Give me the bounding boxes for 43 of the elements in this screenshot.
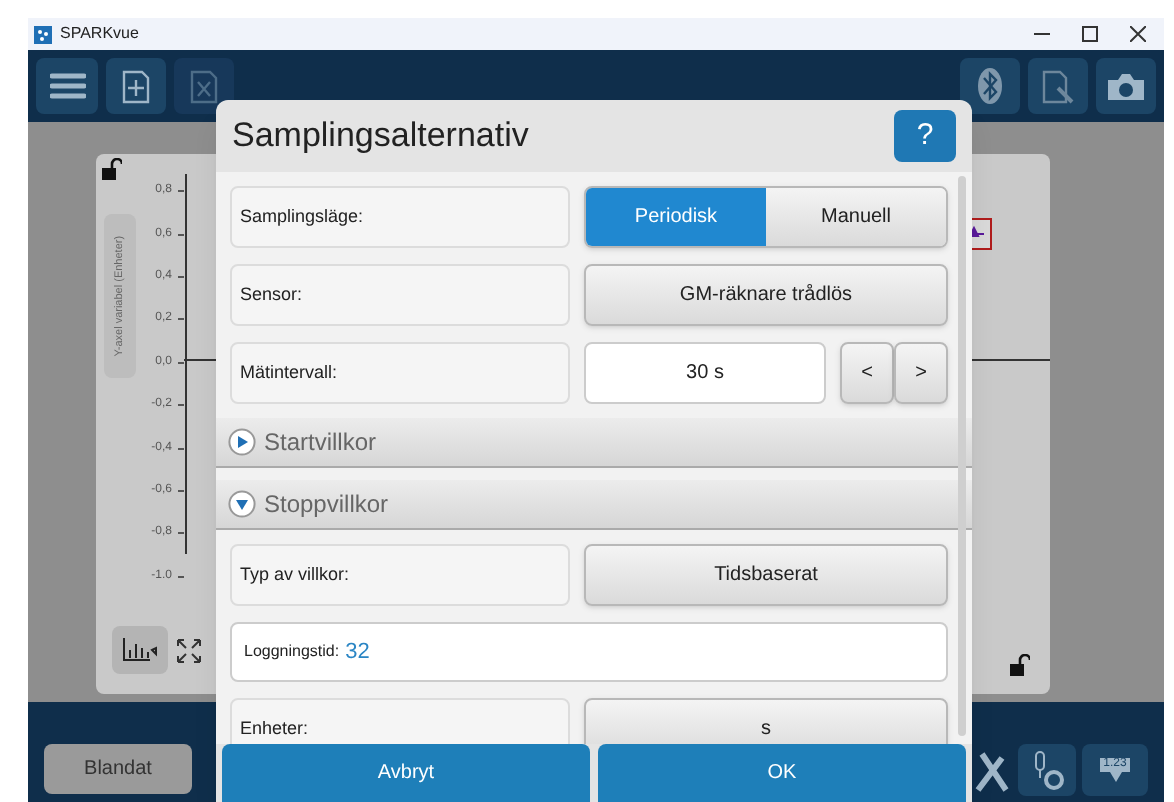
bluetooth-icon[interactable] — [960, 58, 1020, 114]
camera-icon[interactable] — [1096, 58, 1156, 114]
select-button[interactable]: s — [584, 698, 948, 744]
value-field: 30 s — [584, 342, 826, 404]
mode-button[interactable]: Blandat — [44, 744, 192, 794]
expand-icon — [228, 428, 256, 456]
input-field[interactable]: Loggningstid: 32 — [230, 622, 948, 682]
sensor-settings-icon[interactable] — [1018, 744, 1076, 796]
close-icon[interactable] — [1130, 26, 1146, 42]
maximize-icon[interactable] — [1082, 26, 1098, 42]
dialog-title: Samplingsalternativ — [232, 114, 529, 159]
increase-button[interactable]: > — [894, 342, 948, 404]
section-header[interactable]: Startvillkor — [216, 418, 972, 468]
field-label: Loggningstid: — [244, 640, 340, 664]
row-label: Typ av villkor: — [230, 544, 570, 606]
cancel-button[interactable]: Avbryt — [222, 744, 590, 802]
app-icon — [34, 25, 52, 43]
delete-file-icon[interactable] — [174, 58, 234, 114]
row-label: Samplingsläge: — [230, 186, 570, 248]
lock-icon[interactable] — [102, 158, 122, 180]
lock-icon[interactable] — [1010, 654, 1030, 676]
help-button[interactable]: ? — [894, 110, 956, 162]
section-title: Startvillkor — [264, 426, 377, 460]
menu-icon[interactable] — [36, 58, 98, 114]
graph-tools-button[interactable] — [112, 626, 168, 674]
section-header[interactable]: Stoppvillkor — [216, 480, 972, 530]
row-label: Mätintervall: — [230, 342, 570, 404]
ok-button[interactable]: OK — [598, 744, 966, 802]
section-title: Stoppvillkor — [264, 488, 389, 522]
collapse-icon — [228, 490, 256, 518]
new-file-icon[interactable] — [106, 58, 166, 114]
decrease-button[interactable]: < — [840, 342, 894, 404]
row-label: Enheter: — [230, 698, 570, 744]
window-title: SPARKvue — [60, 22, 139, 46]
row-label: Sensor: — [230, 264, 570, 326]
bar-chart-icon — [122, 638, 158, 662]
segment-tab[interactable]: Periodisk — [586, 188, 766, 246]
expand-icon[interactable] — [176, 638, 202, 664]
select-button[interactable]: GM-räknare trådlös — [584, 264, 948, 326]
segment-tab[interactable]: Manuell — [766, 188, 946, 246]
scrollbar[interactable] — [958, 176, 966, 736]
select-button[interactable]: Tidsbaserat — [584, 544, 948, 606]
field-value: 32 — [345, 637, 370, 668]
